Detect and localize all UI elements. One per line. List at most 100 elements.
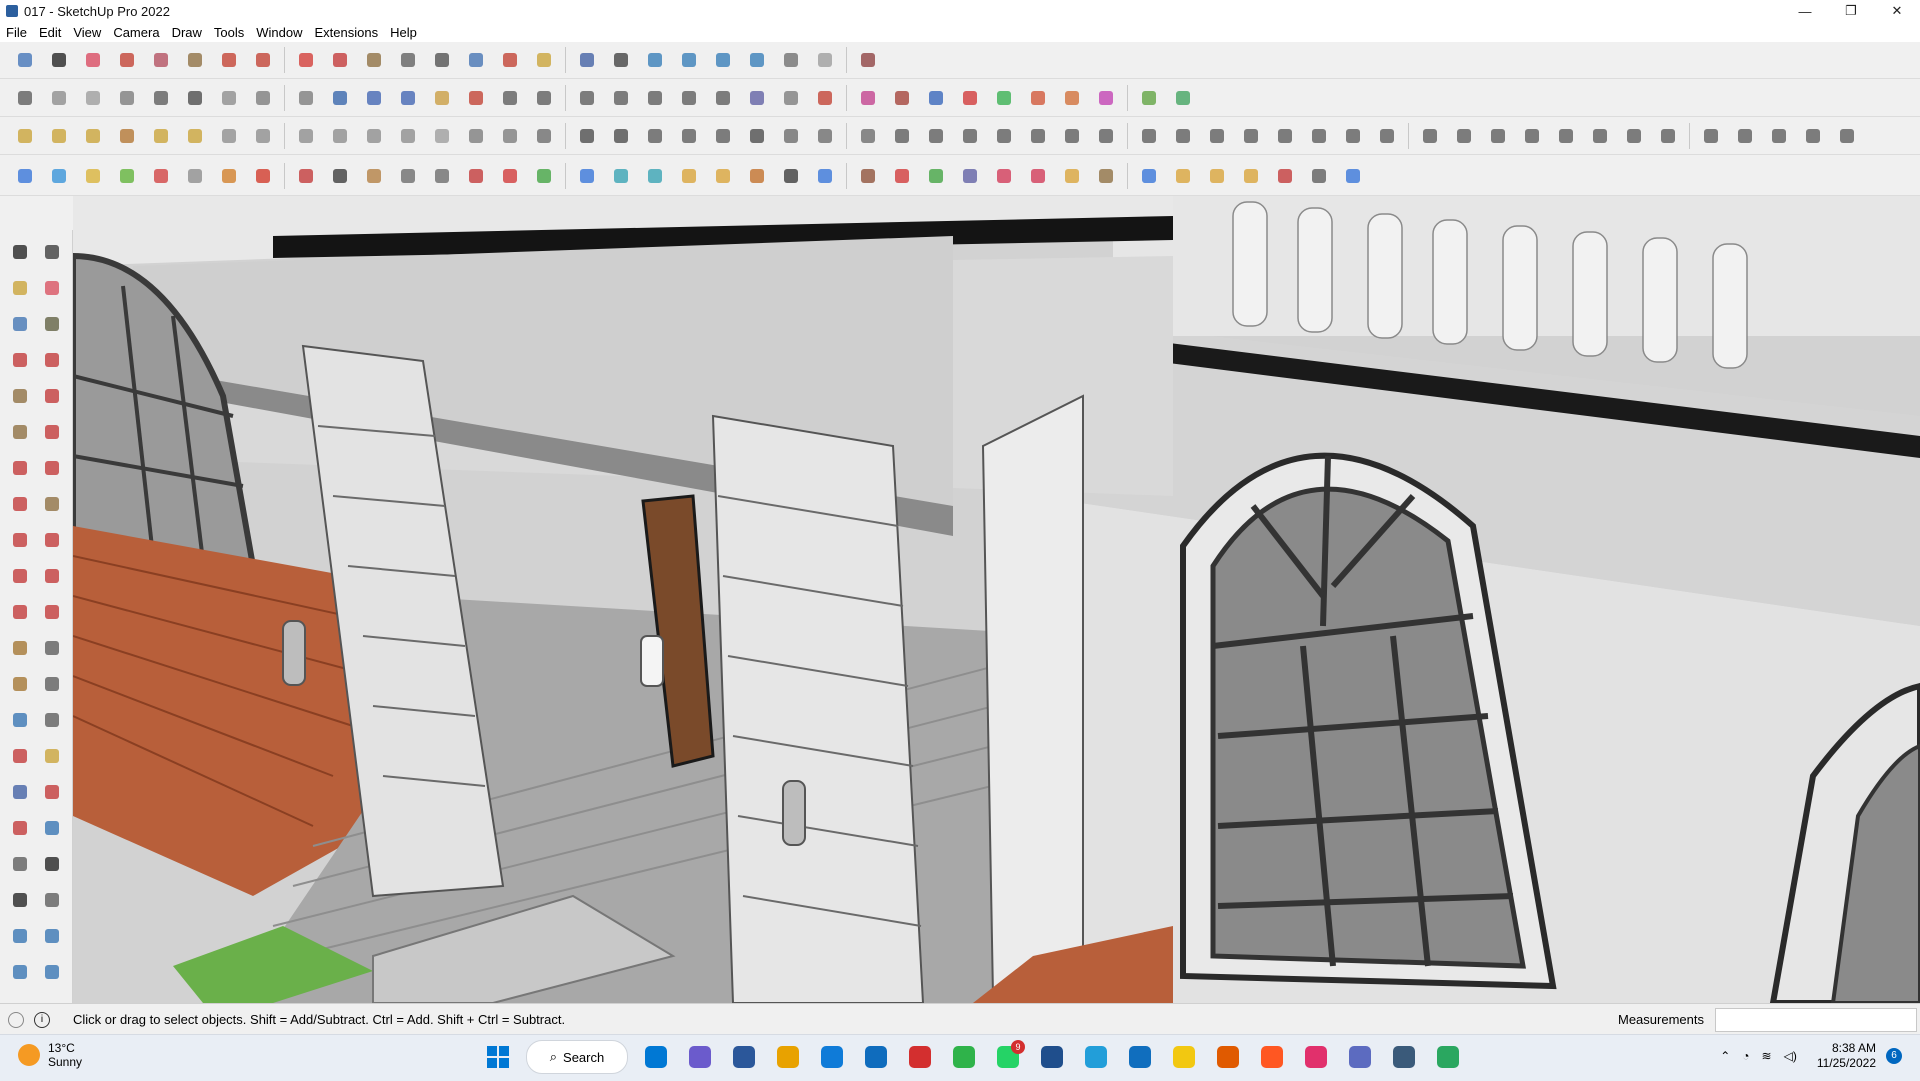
toolbar-row1-tool-1-icon[interactable] xyxy=(11,46,39,74)
toolbar-row3-tool-46-icon[interactable] xyxy=(1586,122,1614,150)
toolbar-row4-tool-39-icon[interactable] xyxy=(1339,162,1367,190)
toolbar-row2-tool-6-icon[interactable] xyxy=(181,84,209,112)
toolbar-row1-tool-16-icon[interactable] xyxy=(530,46,558,74)
taskbar-app-5-icon[interactable] xyxy=(817,1042,847,1072)
large-tool-31-icon[interactable] xyxy=(6,778,34,806)
toolbar-row1-tool-14-icon[interactable] xyxy=(462,46,490,74)
toolbar-row3-tool-12-icon[interactable] xyxy=(394,122,422,150)
menu-help[interactable]: Help xyxy=(384,25,423,40)
toolbar-row2-tool-7-icon[interactable] xyxy=(215,84,243,112)
toolbar-row2-tool-23-icon[interactable] xyxy=(777,84,805,112)
large-tool-2-icon[interactable] xyxy=(38,238,66,266)
toolbar-row2-tool-4-icon[interactable] xyxy=(113,84,141,112)
info-icon[interactable]: i xyxy=(34,1011,50,1028)
toolbar-row4-tool-29-icon[interactable] xyxy=(990,162,1018,190)
toolbar-row4-tool-19-icon[interactable] xyxy=(641,162,669,190)
toolbar-row2-tool-22-icon[interactable] xyxy=(743,84,771,112)
toolbar-row1-tool-5-icon[interactable] xyxy=(147,46,175,74)
toolbar-row3-tool-48-icon[interactable] xyxy=(1654,122,1682,150)
toolbar-row3-tool-37-icon[interactable] xyxy=(1271,122,1299,150)
toolbar-row3-tool-52-icon[interactable] xyxy=(1799,122,1827,150)
toolbar-row2-tool-30-icon[interactable] xyxy=(1024,84,1052,112)
wifi-icon[interactable]: ≋ xyxy=(1762,1049,1772,1063)
toolbar-row4-tool-6-icon[interactable] xyxy=(181,162,209,190)
menu-tools[interactable]: Tools xyxy=(208,25,250,40)
toolbar-row2-tool-13-icon[interactable] xyxy=(428,84,456,112)
toolbar-row4-tool-30-icon[interactable] xyxy=(1024,162,1052,190)
toolbar-row4-tool-4-icon[interactable] xyxy=(113,162,141,190)
toolbar-row3-tool-40-icon[interactable] xyxy=(1373,122,1401,150)
toolbar-row4-tool-5-icon[interactable] xyxy=(147,162,175,190)
large-tool-37-icon[interactable] xyxy=(6,886,34,914)
toolbar-row3-tool-30-icon[interactable] xyxy=(1024,122,1052,150)
toolbar-row4-tool-23-icon[interactable] xyxy=(777,162,805,190)
toolbar-row3-tool-8-icon[interactable] xyxy=(249,122,277,150)
large-tool-29-icon[interactable] xyxy=(6,742,34,770)
toolbar-row3-tool-35-icon[interactable] xyxy=(1203,122,1231,150)
large-tool-4-icon[interactable] xyxy=(38,274,66,302)
toolbar-row4-tool-17-icon[interactable] xyxy=(573,162,601,190)
large-tool-28-icon[interactable] xyxy=(38,706,66,734)
large-tool-33-icon[interactable] xyxy=(6,814,34,842)
toolbar-row4-tool-36-icon[interactable] xyxy=(1237,162,1265,190)
toolbar-row2-tool-3-icon[interactable] xyxy=(79,84,107,112)
toolbar-row1-tool-17-icon[interactable] xyxy=(573,46,601,74)
large-tool-36-icon[interactable] xyxy=(38,850,66,878)
toolbar-row3-tool-28-icon[interactable] xyxy=(956,122,984,150)
large-tool-14-icon[interactable] xyxy=(38,454,66,482)
toolbar-row1-tool-7-icon[interactable] xyxy=(215,46,243,74)
toolbar-row1-tool-19-icon[interactable] xyxy=(641,46,669,74)
geo-location-icon[interactable] xyxy=(8,1011,24,1028)
large-tool-34-icon[interactable] xyxy=(38,814,66,842)
toolbar-row4-tool-20-icon[interactable] xyxy=(675,162,703,190)
taskbar-app-18-icon[interactable] xyxy=(1389,1042,1419,1072)
toolbar-row4-tool-33-icon[interactable] xyxy=(1135,162,1163,190)
toolbar-row4-tool-12-icon[interactable] xyxy=(394,162,422,190)
large-tool-42-icon[interactable] xyxy=(38,958,66,986)
toolbar-row2-tool-33-icon[interactable] xyxy=(1135,84,1163,112)
toolbar-row4-tool-1-icon[interactable] xyxy=(11,162,39,190)
toolbar-row4-tool-2-icon[interactable] xyxy=(45,162,73,190)
toolbar-row3-tool-19-icon[interactable] xyxy=(641,122,669,150)
toolbar-row4-tool-13-icon[interactable] xyxy=(428,162,456,190)
toolbar-row3-tool-3-icon[interactable] xyxy=(79,122,107,150)
toolbar-row4-tool-25-icon[interactable] xyxy=(854,162,882,190)
taskbar-app-10-icon[interactable] xyxy=(1037,1042,1067,1072)
model-viewport[interactable] xyxy=(73,196,1920,1003)
large-tool-5-icon[interactable] xyxy=(6,310,34,338)
toolbar-row3-tool-4-icon[interactable] xyxy=(113,122,141,150)
menu-extensions[interactable]: Extensions xyxy=(309,25,385,40)
large-tool-20-icon[interactable] xyxy=(38,562,66,590)
toolbar-row3-tool-13-icon[interactable] xyxy=(428,122,456,150)
large-tool-6-icon[interactable] xyxy=(38,310,66,338)
toolbar-row3-tool-50-icon[interactable] xyxy=(1731,122,1759,150)
toolbar-row3-tool-11-icon[interactable] xyxy=(360,122,388,150)
taskbar-app-12-icon[interactable] xyxy=(1125,1042,1155,1072)
large-tool-25-icon[interactable] xyxy=(6,670,34,698)
toolbar-row3-tool-7-icon[interactable] xyxy=(215,122,243,150)
toolbar-row4-tool-32-icon[interactable] xyxy=(1092,162,1120,190)
toolbar-row2-tool-15-icon[interactable] xyxy=(496,84,524,112)
large-tool-3-icon[interactable] xyxy=(6,274,34,302)
large-tool-10-icon[interactable] xyxy=(38,382,66,410)
toolbar-row3-tool-17-icon[interactable] xyxy=(573,122,601,150)
toolbar-row4-tool-26-icon[interactable] xyxy=(888,162,916,190)
large-tool-39-icon[interactable] xyxy=(6,922,34,950)
toolbar-row3-tool-33-icon[interactable] xyxy=(1135,122,1163,150)
large-tool-24-icon[interactable] xyxy=(38,634,66,662)
toolbar-row2-tool-5-icon[interactable] xyxy=(147,84,175,112)
toolbar-row4-tool-8-icon[interactable] xyxy=(249,162,277,190)
toolbar-row2-tool-10-icon[interactable] xyxy=(326,84,354,112)
toolbar-row4-tool-18-icon[interactable] xyxy=(607,162,635,190)
toolbar-row1-tool-6-icon[interactable] xyxy=(181,46,209,74)
menu-file[interactable]: File xyxy=(0,25,33,40)
taskbar-app-8-icon[interactable] xyxy=(949,1042,979,1072)
toolbar-row2-tool-2-icon[interactable] xyxy=(45,84,73,112)
large-tool-22-icon[interactable] xyxy=(38,598,66,626)
taskbar-app-7-icon[interactable] xyxy=(905,1042,935,1072)
toolbar-row1-tool-15-icon[interactable] xyxy=(496,46,524,74)
large-tool-32-icon[interactable] xyxy=(38,778,66,806)
large-tool-30-icon[interactable] xyxy=(38,742,66,770)
toolbar-row4-tool-37-icon[interactable] xyxy=(1271,162,1299,190)
toolbar-row3-tool-49-icon[interactable] xyxy=(1697,122,1725,150)
